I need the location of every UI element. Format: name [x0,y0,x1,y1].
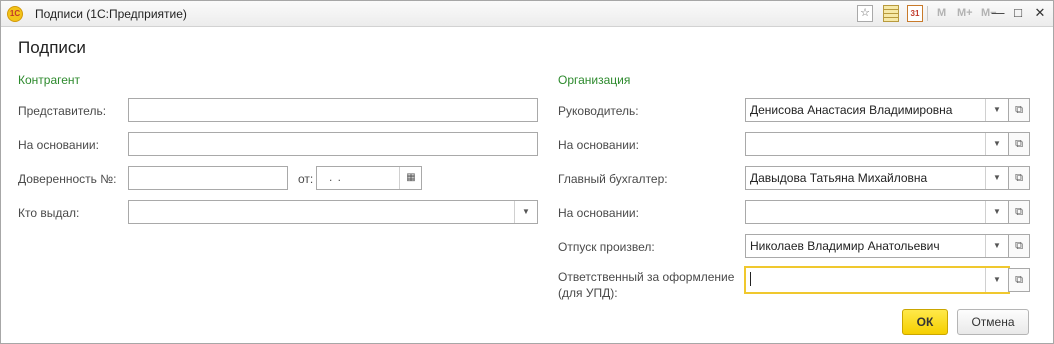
chevron-down-icon[interactable]: ▼ [985,167,1008,189]
representative-input[interactable] [128,98,538,122]
released-by-value: Николаев Владимир Анатольевич [750,239,940,253]
responsible-select[interactable]: ▼ [744,266,1010,294]
memory-plus-button[interactable]: M+ [957,7,973,19]
head-basis-label: На основании: [558,138,639,152]
accountant-basis-label: На основании: [558,206,639,220]
favorites-star-icon[interactable]: ☆ [857,5,873,22]
maximize-button[interactable]: □ [1010,5,1026,21]
chevron-down-icon[interactable]: ▼ [514,201,537,223]
representative-label: Представитель: [18,104,107,118]
chief-accountant-select[interactable]: Давыдова Татьяна Михайловна ▼ [745,166,1009,190]
chief-accountant-label: Главный бухгалтер: [558,172,668,186]
contractor-basis-label: На основании: [18,138,99,152]
organization-section-label: Организация [558,73,631,87]
chevron-down-icon[interactable]: ▼ [985,201,1008,223]
window-title: Подписи (1С:Предприятие) [35,7,187,21]
text-caret [750,272,751,286]
head-basis-select[interactable]: ▼ [745,132,1009,156]
open-form-icon[interactable]: ⧉ [1008,200,1030,224]
power-of-attorney-label: Доверенность №: [18,172,117,186]
app-logo-icon: 1С [7,6,23,22]
released-by-select[interactable]: Николаев Владимир Анатольевич ▼ [745,234,1009,258]
toolbar-separator [927,6,928,21]
power-of-attorney-input[interactable] [128,166,288,190]
head-label: Руководитель: [558,104,639,118]
chief-accountant-value: Давыдова Татьяна Михайловна [750,171,928,185]
form-heading: Подписи [18,38,86,57]
close-button[interactable]: ✕ [1032,5,1048,21]
issued-by-label: Кто выдал: [18,206,80,220]
open-form-icon[interactable]: ⧉ [1008,132,1030,156]
responsible-label-line1: Ответственный за оформление [558,270,735,284]
title-bar: 1С Подписи (1С:Предприятие) ☆ 31 M M+ M−… [1,1,1053,27]
chevron-down-icon[interactable]: ▼ [985,268,1008,292]
calendar-icon[interactable]: 31 [907,5,923,22]
ok-button[interactable]: ОК [902,309,948,335]
attorney-date-label: от: [298,172,314,186]
contractor-basis-input[interactable] [128,132,538,156]
calendar-picker-icon[interactable]: ▦ [399,167,422,189]
dialog-window: 1С Подписи (1С:Предприятие) ☆ 31 M M+ M−… [0,0,1054,344]
attorney-date-input[interactable]: . . ▦ [316,166,422,190]
open-form-icon[interactable]: ⧉ [1008,98,1030,122]
issued-by-select[interactable]: ▼ [128,200,538,224]
accountant-basis-select[interactable]: ▼ [745,200,1009,224]
head-value: Денисова Анастасия Владимировна [750,103,953,117]
calculator-icon[interactable] [883,5,899,22]
contractor-section-label: Контрагент [18,73,81,87]
open-form-icon[interactable]: ⧉ [1008,234,1030,258]
chevron-down-icon[interactable]: ▼ [985,133,1008,155]
released-by-label: Отпуск произвел: [558,240,655,254]
attorney-date-value: . . [329,170,343,184]
open-form-icon[interactable]: ⧉ [1008,166,1030,190]
open-form-icon[interactable]: ⧉ [1008,268,1030,292]
cancel-button[interactable]: Отмена [957,309,1029,335]
head-select[interactable]: Денисова Анастасия Владимировна ▼ [745,98,1009,122]
responsible-label-line2: (для УПД): [558,286,618,300]
minimize-button[interactable]: — [990,5,1006,21]
memory-m-button[interactable]: M [937,7,946,19]
chevron-down-icon[interactable]: ▼ [985,235,1008,257]
chevron-down-icon[interactable]: ▼ [985,99,1008,121]
